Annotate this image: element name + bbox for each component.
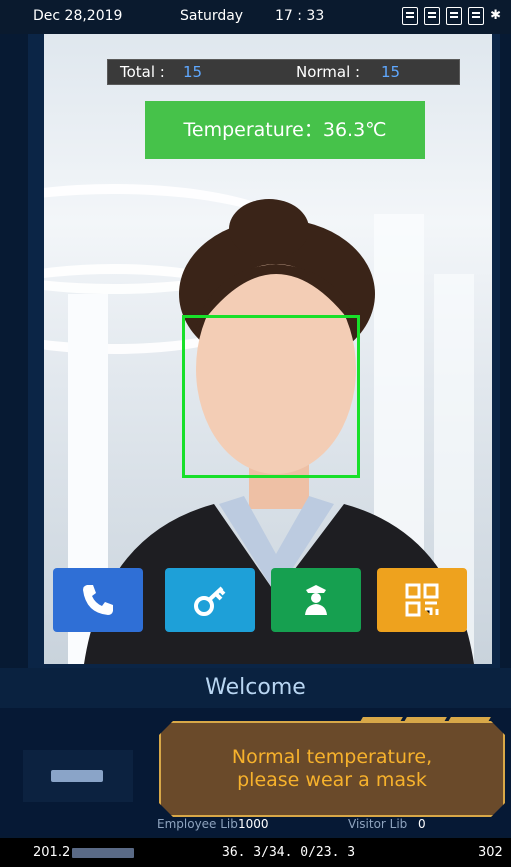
card-lock-icon	[468, 7, 485, 25]
device-code: 302	[478, 845, 503, 860]
device-ip: 201.2	[33, 845, 71, 860]
pixelated-photo	[51, 770, 103, 782]
guard-icon	[305, 585, 327, 615]
status-time: 17 : 33	[275, 8, 325, 24]
captured-photo-thumbnail	[23, 750, 133, 802]
unlock-button[interactable]	[165, 568, 255, 632]
status-icons: ✱	[402, 7, 501, 25]
visitor-lib-label: Visitor Lib	[348, 817, 408, 831]
temperature-display: Temperature：36.3℃	[145, 101, 425, 159]
face-detection-frame	[182, 315, 360, 478]
employee-lib-label: Employee Lib	[157, 817, 238, 831]
card-lock-icon	[446, 7, 463, 25]
face-icon	[402, 7, 419, 25]
qr-code-icon	[405, 583, 439, 617]
qr-code-button[interactable]	[377, 568, 467, 632]
normal-label: Normal :	[296, 63, 361, 81]
counter-bar: Total : 15 Normal : 15	[107, 59, 460, 85]
notice-line-2: please wear a mask	[237, 769, 427, 791]
bluetooth-icon: ✱	[490, 8, 501, 23]
employee-lib-value: 1000	[238, 817, 269, 831]
welcome-banner: Welcome	[0, 668, 511, 708]
id-card-icon	[424, 7, 441, 25]
status-date: Dec 28,2019	[33, 8, 123, 24]
temperature-readout: 36. 3/34. 0/23. 3	[222, 845, 356, 860]
notice-message: Normal temperature, please wear a mask	[159, 721, 505, 817]
status-bar: Dec 28,2019 Saturday 17 : 33 ✱	[0, 0, 511, 34]
notice-line-1: Normal temperature,	[231, 746, 433, 768]
normal-value: 15	[381, 63, 401, 81]
key-icon	[194, 586, 226, 616]
security-button[interactable]	[271, 568, 361, 632]
total-value: 15	[183, 63, 203, 81]
bottom-bar: 201.2 36. 3/34. 0/23. 3 302	[0, 838, 511, 867]
visitor-lib-value: 0	[418, 817, 426, 831]
call-button[interactable]	[53, 568, 143, 632]
pixelated-ip-suffix	[72, 848, 134, 858]
phone-icon	[83, 585, 113, 615]
status-weekday: Saturday	[180, 8, 244, 24]
library-counts: Employee Lib 1000 Visitor Lib 0	[0, 815, 511, 833]
total-label: Total :	[120, 63, 165, 81]
